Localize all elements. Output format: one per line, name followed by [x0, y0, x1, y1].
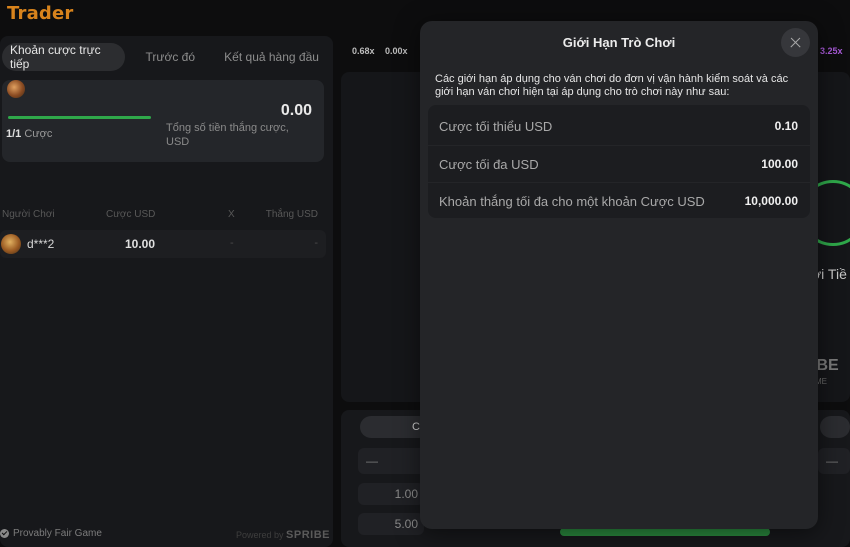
bets-progress-bar [8, 116, 151, 119]
bet-amount-field-right[interactable]: — [818, 448, 850, 474]
header-multiplier: X [228, 209, 235, 220]
header-bet: Cược USD [106, 209, 156, 220]
app-logo: Trader [7, 3, 74, 24]
bet-count-label: Cược [24, 128, 53, 140]
provably-fair-label: Provably Fair Game [13, 528, 102, 539]
table-row: d***2 10.00 - - [0, 230, 326, 258]
bet-mode-tab-right[interactable] [820, 416, 850, 438]
bets-tabs: Khoản cược trực tiếp Trước đó Kết quả hà… [2, 42, 328, 72]
bets-table-header: Người Chơi Cược USD X Thắng USD [0, 209, 333, 223]
bet-count: 1/1 Cược [6, 128, 52, 140]
bet-count-value: 1/1 [6, 128, 22, 140]
limit-label: Cược tối đa USD [439, 157, 539, 172]
limit-value: 0.10 [774, 119, 798, 133]
bets-progress-fill [8, 116, 151, 119]
spribe-logo: SPRIBE [286, 529, 331, 541]
powered-by: Powered by SPRIBE [236, 529, 330, 541]
provably-fair-link[interactable]: Provably Fair Game [0, 528, 102, 539]
tab-live-bets[interactable]: Khoản cược trực tiếp [2, 43, 126, 71]
avatar-icon [1, 234, 21, 254]
quick-bet-button[interactable]: 5.00 [358, 513, 424, 535]
limit-value: 100.00 [761, 157, 798, 171]
avatar-icon [7, 80, 25, 98]
header-win: Thắng USD [265, 209, 318, 220]
limit-row-min-bet: Cược tối thiểu USD 0.10 [428, 108, 810, 144]
row-bet: 10.00 [125, 237, 156, 251]
check-circle-icon [0, 529, 9, 538]
limits-card: Cược tối thiểu USD 0.10 Cược tối đa USD … [428, 105, 810, 218]
powered-by-label: Powered by [236, 530, 284, 540]
row-win: - [314, 237, 318, 249]
total-win-label: Tổng số tiền thắng cược, USD [166, 122, 289, 148]
place-bet-button[interactable] [560, 528, 770, 536]
game-limits-modal: Giới Hạn Trò Chơi Các giới hạn áp dụng c… [420, 21, 818, 529]
limit-label: Khoản thắng tối đa cho một khoản Cược US… [439, 194, 705, 209]
limit-row-max-bet: Cược tối đa USD 100.00 [428, 145, 810, 182]
quick-bet-button[interactable]: 1.00 [358, 483, 424, 505]
tab-previous[interactable]: Trước đó [131, 43, 209, 71]
modal-title: Giới Hạn Trò Chơi [562, 35, 676, 50]
close-icon[interactable] [781, 28, 810, 57]
row-player: d***2 [27, 237, 55, 251]
history-item[interactable]: 0.68x [352, 46, 375, 56]
limit-row-max-win: Khoản thắng tối đa cho một khoản Cược US… [428, 182, 810, 219]
header-player: Người Chơi [2, 209, 55, 220]
history-item[interactable]: 3.25x [820, 46, 843, 56]
history-item[interactable]: 0.00x [385, 46, 408, 56]
row-multiplier: - [230, 237, 234, 249]
limit-label: Cược tối thiểu USD [439, 119, 553, 134]
limit-value: 10,000.00 [744, 194, 798, 208]
modal-description: Các giới hạn áp dụng cho ván chơi do đơn… [435, 73, 789, 98]
total-win-value: 0.00 [280, 102, 312, 119]
bet-amount-field[interactable]: — [358, 448, 428, 474]
tab-top-results[interactable]: Kết quả hàng đầu [215, 43, 328, 71]
